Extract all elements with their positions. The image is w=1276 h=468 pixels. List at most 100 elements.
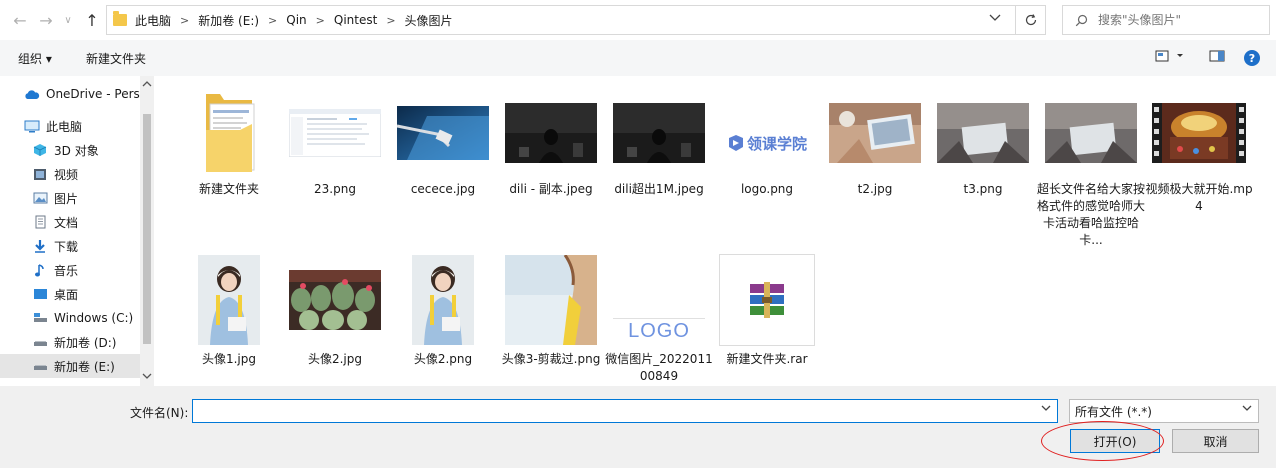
file-item-folder[interactable]: 新建文件夹: [174, 90, 284, 198]
file-name: 头像3-剪裁过.png: [501, 352, 601, 366]
sidebar-item-desktop[interactable]: 桌面: [0, 282, 140, 306]
file-item-image[interactable]: dili - 副本.jpeg: [496, 90, 606, 198]
back-button[interactable]: ←: [10, 9, 30, 31]
sidebar-item-this-pc[interactable]: 此电脑: [0, 114, 140, 138]
file-item-image[interactable]: dili超出1M.jpeg: [604, 90, 714, 198]
file-name: 头像2.png: [413, 352, 473, 366]
file-type-select[interactable]: 所有文件 (*.*): [1069, 399, 1259, 423]
file-item-image[interactable]: t2.jpg: [820, 90, 930, 198]
sidebar-item-label: 3D 对象: [54, 143, 99, 158]
image-thumbnail: [501, 254, 601, 346]
refresh-button[interactable]: [1015, 6, 1045, 34]
help-button[interactable]: ?: [1244, 50, 1260, 66]
logo-thumbnail: LOGO: [609, 254, 709, 346]
up-button[interactable]: ↑: [82, 9, 102, 31]
image-thumbnail: [393, 90, 493, 176]
image-thumbnail: [609, 90, 709, 176]
sidebar-item-label: Windows (C:): [54, 311, 134, 325]
sidebar-item-pictures[interactable]: 图片: [0, 186, 140, 210]
file-item-image[interactable]: 头像2.png: [388, 254, 498, 368]
image-thumbnail: [393, 254, 493, 346]
logo-thumbnail: 领课学院: [717, 90, 817, 176]
file-item-image[interactable]: 超长文件名给大家按格式件的感觉哈师大卡活动看哈监控哈卡...: [1036, 90, 1146, 249]
sidebar-item-3d-objects[interactable]: 3D 对象: [0, 138, 140, 162]
address-history-dropdown[interactable]: [989, 12, 1003, 25]
preview-pane-button[interactable]: [1209, 50, 1225, 65]
drive-icon: [32, 311, 48, 325]
scroll-up-arrow-icon[interactable]: [142, 80, 152, 90]
filename-input[interactable]: [193, 400, 1033, 422]
image-thumbnail: [285, 254, 385, 346]
folder-icon: [113, 11, 127, 26]
cancel-button[interactable]: 取消: [1172, 429, 1259, 453]
file-name: 头像2.jpg: [307, 352, 363, 366]
search-input[interactable]: [1098, 13, 1258, 27]
sidebar-item-label: 新加卷 (D:): [54, 335, 117, 350]
file-item-image[interactable]: 头像2.jpg: [280, 254, 390, 368]
recent-locations-button[interactable]: ∨: [58, 9, 78, 31]
file-name: logo.png: [740, 182, 794, 196]
forward-button[interactable]: →: [36, 9, 56, 31]
breadcrumb-this-pc[interactable]: 此电脑: [135, 12, 171, 29]
view-icon: [1155, 50, 1183, 62]
sidebar-item-label: 下载: [54, 239, 79, 254]
breadcrumb-separator[interactable]: >: [386, 14, 395, 27]
drive-icon: [32, 359, 48, 373]
sidebar-item-label: 图片: [54, 191, 79, 206]
search-icon: [1075, 14, 1088, 26]
sidebar-item-label: 音乐: [54, 263, 79, 278]
content-scrollbar-track: [1262, 76, 1276, 386]
file-item-video[interactable]: 视频极大就开始.mp4: [1144, 90, 1254, 215]
breadcrumb-qin[interactable]: Qin: [286, 13, 306, 27]
file-name: t3.png: [963, 182, 1003, 196]
file-item-image[interactable]: cecece.jpg: [388, 90, 498, 198]
sidebar-item-documents[interactable]: 文档: [0, 210, 140, 234]
music-icon: [32, 263, 48, 277]
filename-field[interactable]: [192, 399, 1058, 423]
sidebar-item-drive-d[interactable]: 新加卷 (D:): [0, 330, 140, 354]
breadcrumb-separator[interactable]: >: [316, 14, 325, 27]
video-icon: [32, 167, 48, 181]
up-arrow-icon: ↑: [85, 10, 99, 30]
breadcrumb-qintest[interactable]: Qintest: [334, 13, 377, 27]
file-item-image[interactable]: 头像3-剪裁过.png: [496, 254, 606, 368]
logo-text: LOGO: [628, 320, 690, 342]
file-item-image[interactable]: 头像1.jpg: [174, 254, 284, 368]
scroll-down-arrow-icon[interactable]: [142, 373, 152, 383]
file-item-archive[interactable]: 新建文件夹.rar: [712, 254, 822, 368]
organize-button[interactable]: 组织 ▾: [18, 50, 52, 67]
filename-history-dropdown[interactable]: [1041, 404, 1051, 415]
sidebar-item-label: OneDrive - Perso: [46, 87, 140, 101]
sidebar-item-onedrive[interactable]: OneDrive - Perso: [0, 82, 140, 106]
new-folder-button[interactable]: 新建文件夹: [86, 50, 146, 67]
sidebar-item-music[interactable]: 音乐: [0, 258, 140, 282]
scrollbar-thumb[interactable]: [143, 114, 151, 344]
sidebar-item-label: 视频: [54, 167, 79, 182]
file-name: t2.jpg: [857, 182, 893, 196]
sidebar-item-label: 桌面: [54, 287, 79, 302]
breadcrumb-separator[interactable]: >: [180, 14, 189, 27]
file-item-image[interactable]: 领课学院 logo.png: [712, 90, 822, 198]
sidebar-item-videos[interactable]: 视频: [0, 162, 140, 186]
file-item-image[interactable]: 23.png: [280, 90, 390, 198]
view-options-button[interactable]: [1155, 50, 1185, 65]
file-name: 超长文件名给大家按格式件的感觉哈师大卡活动看哈监控哈卡...: [1037, 182, 1146, 247]
file-item-image[interactable]: t3.png: [928, 90, 1038, 198]
image-thumbnail: [1041, 90, 1141, 176]
sidebar-scrollbar[interactable]: [140, 76, 154, 386]
logo-mark-icon: [728, 135, 743, 151]
sidebar-item-label: 文档: [54, 215, 79, 230]
file-name: 23.png: [314, 182, 356, 196]
search-box[interactable]: [1062, 5, 1270, 35]
breadcrumb-separator[interactable]: >: [268, 14, 277, 27]
back-arrow-icon: ←: [13, 10, 27, 30]
sidebar-item-downloads[interactable]: 下载: [0, 234, 140, 258]
breadcrumb-drive-e[interactable]: 新加卷 (E:): [198, 12, 259, 29]
filename-label: 文件名(N):: [130, 406, 189, 420]
breadcrumb-current-folder[interactable]: 头像图片: [405, 12, 453, 29]
sidebar-item-drive-e[interactable]: 新加卷 (E:): [0, 354, 140, 378]
file-item-image[interactable]: LOGO 微信图片_202201100849: [604, 254, 714, 385]
address-bar[interactable]: 此电脑 > 新加卷 (E:) > Qin > Qintest > 头像图片: [106, 5, 1046, 35]
annotation-highlight-ellipse: [1041, 421, 1164, 461]
sidebar-item-drive-c[interactable]: Windows (C:): [0, 306, 140, 330]
